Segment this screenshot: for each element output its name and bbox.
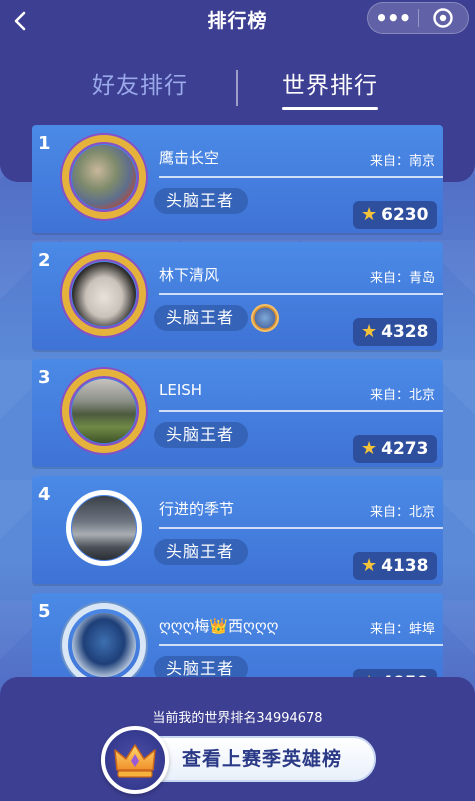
tab-world-label: 世界排行: [282, 73, 378, 99]
score-value: 6230: [381, 205, 429, 225]
player-location: 来自：青岛: [369, 271, 435, 286]
mini-program-capsule: •••: [367, 2, 469, 34]
hero-button-label: 查看上赛季英雄榜: [182, 748, 343, 770]
target-close-icon: [433, 8, 453, 28]
crown-icon: [114, 744, 156, 778]
avatar[interactable]: [62, 369, 146, 453]
ranking-card[interactable]: 1 鹰击长空 来自：南京 头脑王者 ★ 6230: [32, 125, 443, 233]
crown-badge[interactable]: [101, 726, 169, 794]
name-divider: [159, 410, 443, 412]
score-value: 4138: [381, 556, 429, 576]
name-divider: [159, 293, 443, 295]
title-badge: 头脑王者: [154, 305, 249, 331]
player-location: 来自：北京: [369, 505, 435, 520]
rank-number: 5: [38, 601, 51, 622]
medal-icon: [251, 304, 279, 332]
white-frame: [66, 490, 142, 566]
gold-frame: [62, 369, 146, 453]
more-icon: •••: [375, 6, 411, 30]
player-location: 来自：北京: [369, 388, 435, 403]
name-divider: [159, 644, 443, 646]
score-value: 4328: [381, 322, 429, 342]
tab-divider: [236, 70, 238, 106]
star-icon: ★: [361, 321, 378, 342]
gold-frame: [62, 252, 146, 336]
rank-number: 3: [38, 367, 51, 388]
my-world-rank: 当前我的世界排名34994678: [152, 711, 323, 726]
ranking-list[interactable]: 1 鹰击长空 来自：南京 头脑王者 ★ 6230 2 林下清风 来自：青岛 头脑…: [32, 125, 443, 695]
name-divider: [159, 176, 443, 178]
score-badge: ★ 6230: [353, 201, 437, 229]
rank-number: 4: [38, 484, 51, 505]
player-location: 来自：南京: [369, 154, 435, 169]
gold-frame: [62, 135, 146, 219]
player-location: 来自：蚌埠: [369, 622, 435, 637]
score-badge: ★ 4273: [353, 435, 437, 463]
active-tab-indicator: [282, 107, 378, 110]
score-value: 4273: [381, 439, 429, 459]
rank-number: 1: [38, 133, 51, 154]
title-badge: 头脑王者: [154, 539, 249, 565]
tab-world-ranking[interactable]: 世界排行: [282, 66, 378, 110]
player-name: LEISH: [159, 381, 203, 399]
title-badge: 头脑王者: [154, 422, 249, 448]
star-icon: ★: [361, 438, 378, 459]
tab-friends-ranking[interactable]: 好友排行: [92, 66, 188, 106]
player-name: 鹰击长空: [159, 149, 220, 167]
ranking-card[interactable]: 3 LEISH 来自：北京 头脑王者 ★ 4273: [32, 359, 443, 467]
avatar[interactable]: [62, 252, 146, 336]
avatar[interactable]: [62, 486, 146, 570]
player-name: ღღღ梅👑西ღღღ: [159, 617, 279, 635]
rank-number: 2: [38, 250, 51, 271]
score-badge: ★ 4328: [353, 318, 437, 346]
star-icon: ★: [361, 204, 378, 225]
player-name: 行进的季节: [159, 500, 235, 518]
name-divider: [159, 527, 443, 529]
player-name: 林下清风: [159, 266, 220, 284]
score-badge: ★ 4138: [353, 552, 437, 580]
ranking-card[interactable]: 2 林下清风 来自：青岛 头脑王者 ★ 4328: [32, 242, 443, 350]
silver-frame: [62, 603, 146, 687]
close-mini-program-button[interactable]: [418, 3, 468, 33]
avatar[interactable]: [62, 135, 146, 219]
avatar[interactable]: [62, 603, 146, 687]
star-icon: ★: [361, 555, 378, 576]
ranking-card[interactable]: 4 行进的季节 来自：北京 头脑王者 ★ 4138: [32, 476, 443, 584]
title-badge: 头脑王者: [154, 188, 249, 214]
more-options-button[interactable]: •••: [368, 3, 418, 33]
